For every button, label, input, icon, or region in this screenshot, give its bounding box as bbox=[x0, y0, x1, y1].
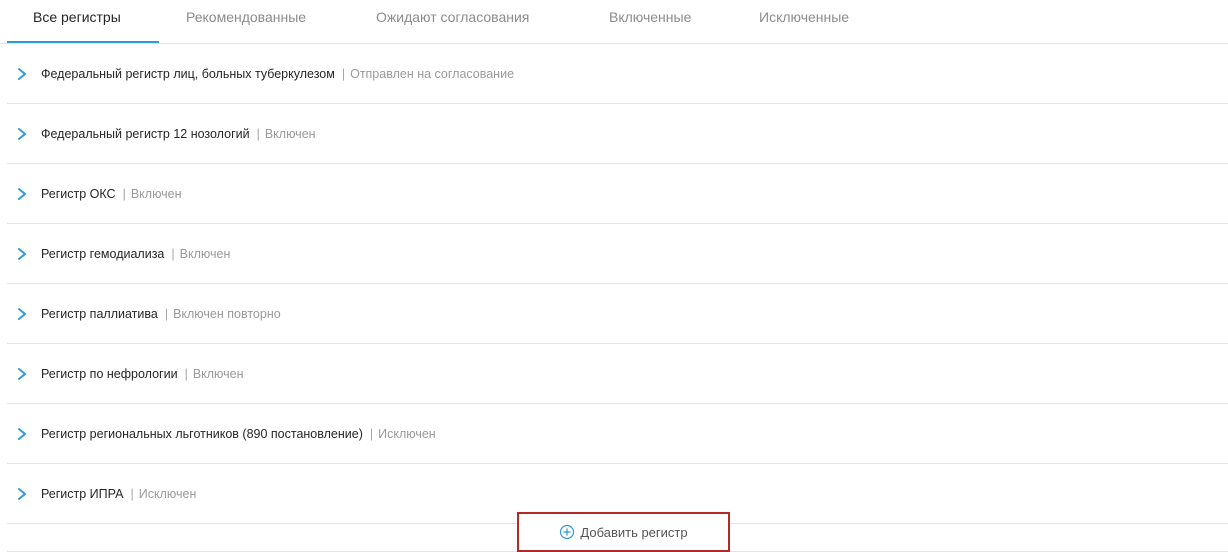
register-name: Регистр по нефрологии bbox=[41, 367, 178, 381]
chevron-right-icon[interactable] bbox=[16, 66, 28, 82]
register-row-text: Регистр ОКС | Включен bbox=[41, 186, 182, 202]
register-separator: | bbox=[369, 427, 374, 441]
register-status: Исключен bbox=[138, 487, 197, 501]
register-separator: | bbox=[122, 187, 126, 201]
chevron-right-icon[interactable] bbox=[16, 486, 28, 502]
tab-recommended[interactable]: Рекомендованные bbox=[186, 9, 306, 43]
tab-excluded[interactable]: Исключенные bbox=[759, 9, 849, 43]
register-status: Включен bbox=[130, 187, 182, 201]
plus-circle-icon bbox=[560, 524, 575, 540]
register-row[interactable]: Регистр паллиатива | Включен повторно bbox=[7, 284, 1228, 344]
register-row-text: Регистр ИПРА | Исключен bbox=[41, 486, 196, 502]
register-row-text: Регистр паллиатива | Включен повторно bbox=[41, 306, 281, 322]
tab-awaiting-approval[interactable]: Ожидают согласования bbox=[376, 9, 529, 43]
chevron-right-icon[interactable] bbox=[16, 306, 28, 322]
register-row[interactable]: Регистр ОКС | Включен bbox=[7, 164, 1228, 224]
register-separator: | bbox=[171, 247, 175, 261]
register-status: Включен bbox=[264, 127, 316, 141]
registers-page: Все регистры Рекомендованные Ожидают сог… bbox=[0, 0, 1228, 552]
register-separator: | bbox=[184, 367, 188, 381]
tab-all-registers[interactable]: Все регистры bbox=[33, 9, 121, 43]
register-status: Включен повторно bbox=[173, 307, 281, 321]
register-separator: | bbox=[130, 487, 134, 501]
register-name: Регистр региональных льготников (890 пос… bbox=[41, 427, 363, 441]
active-tab-indicator bbox=[7, 41, 159, 43]
register-status: Отправлен на согласование bbox=[350, 67, 515, 81]
register-status: Включен bbox=[179, 247, 231, 261]
register-separator: | bbox=[341, 67, 346, 81]
register-row-text: Федеральный регистр лиц, больных туберку… bbox=[41, 66, 514, 82]
register-name: Федеральный регистр лиц, больных туберку… bbox=[41, 67, 335, 81]
chevron-right-icon[interactable] bbox=[16, 426, 28, 442]
register-row[interactable]: Регистр по нефрологии | Включен bbox=[7, 344, 1228, 404]
register-status: Включен bbox=[192, 367, 244, 381]
chevron-right-icon[interactable] bbox=[16, 186, 28, 202]
register-row-text: Регистр региональных льготников (890 пос… bbox=[41, 426, 436, 442]
register-name: Регистр ИПРА bbox=[41, 487, 124, 501]
register-row-text: Федеральный регистр 12 нозологий | Включен bbox=[41, 126, 316, 142]
register-row[interactable]: Федеральный регистр 12 нозологий | Включен bbox=[7, 104, 1228, 164]
register-status: Исключен bbox=[378, 427, 436, 441]
register-row[interactable]: Регистр гемодиализа | Включен bbox=[7, 224, 1228, 284]
add-register-button[interactable]: Добавить регистр bbox=[517, 512, 730, 552]
register-name: Регистр паллиатива bbox=[41, 307, 158, 321]
add-register-label: Добавить регистр bbox=[580, 524, 688, 540]
register-name: Регистр гемодиализа bbox=[41, 247, 165, 261]
register-row[interactable]: Федеральный регистр лиц, больных туберку… bbox=[7, 44, 1228, 104]
tab-included[interactable]: Включенные bbox=[609, 9, 691, 43]
register-name: Регистр ОКС bbox=[41, 187, 116, 201]
register-row-text: Регистр по нефрологии | Включен bbox=[41, 366, 244, 382]
chevron-right-icon[interactable] bbox=[16, 246, 28, 262]
register-row[interactable]: Регистр региональных льготников (890 пос… bbox=[7, 404, 1228, 464]
registers-tabs: Все регистры Рекомендованные Ожидают сог… bbox=[0, 0, 1228, 44]
register-separator: | bbox=[164, 307, 169, 321]
chevron-right-icon[interactable] bbox=[16, 366, 28, 382]
chevron-right-icon[interactable] bbox=[16, 126, 28, 142]
register-separator: | bbox=[256, 127, 260, 141]
register-row-text: Регистр гемодиализа | Включен bbox=[41, 246, 230, 262]
register-name: Федеральный регистр 12 нозологий bbox=[41, 127, 250, 141]
